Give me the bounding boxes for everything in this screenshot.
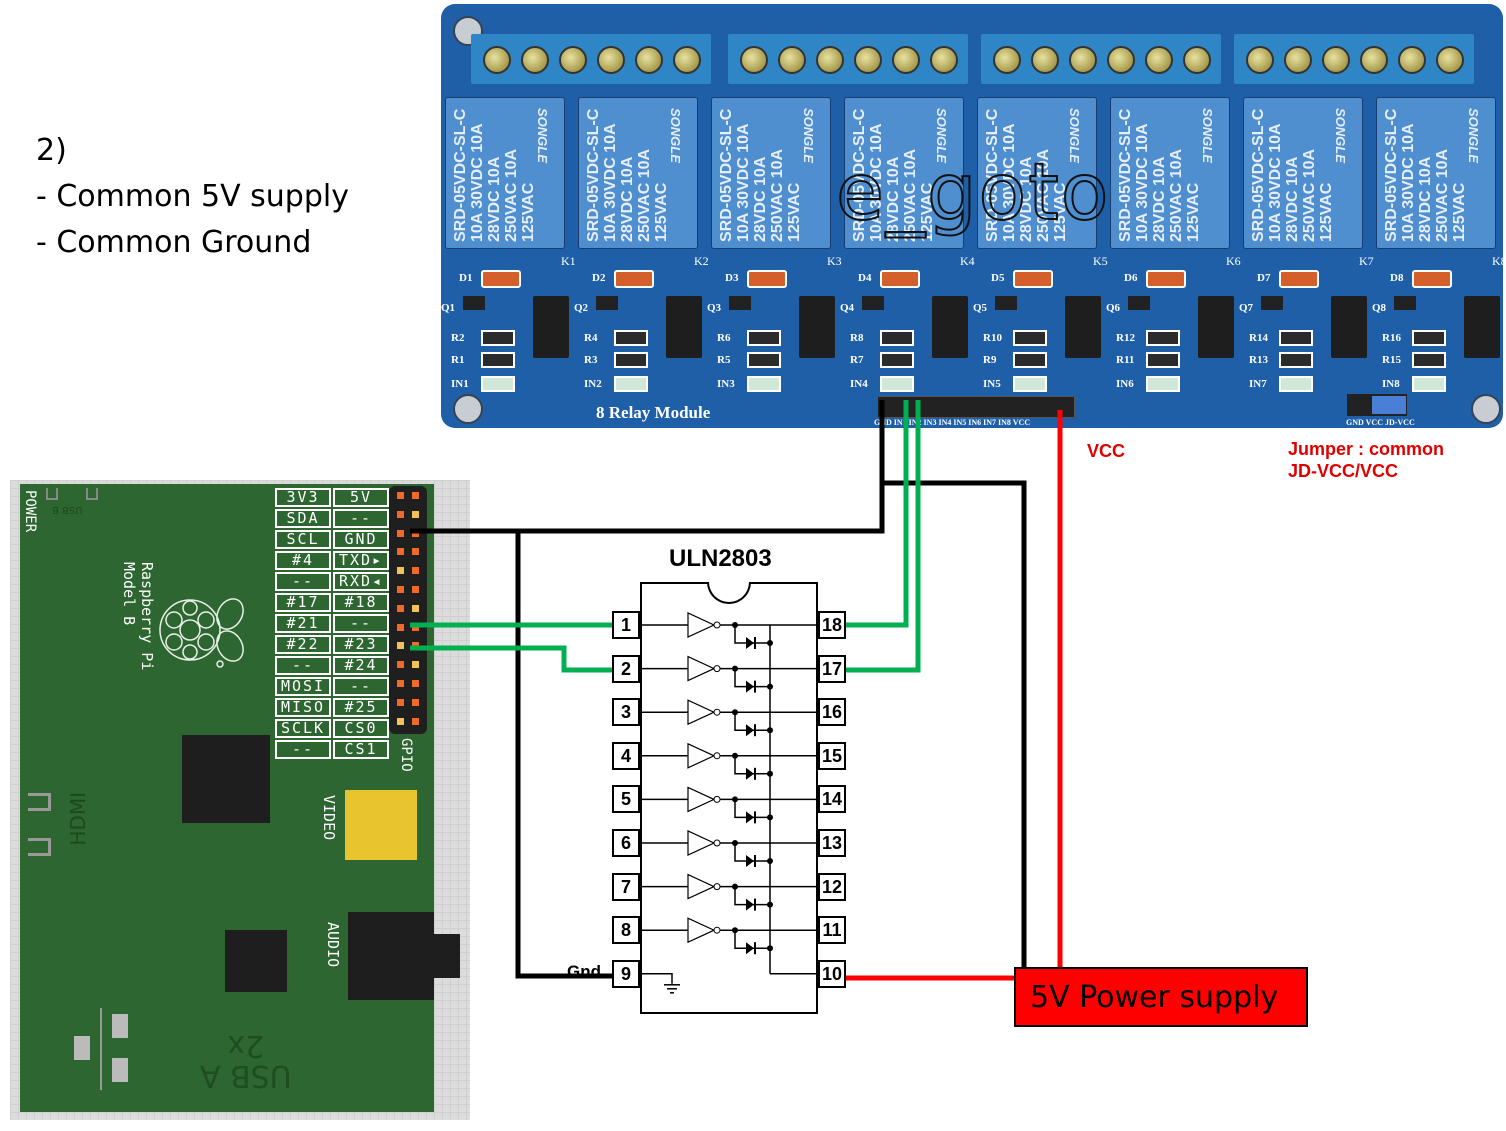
- inverter-icon: [687, 873, 716, 900]
- diode-trace: [734, 930, 770, 949]
- ground-wire-uln: [515, 531, 612, 979]
- diode-trace: [734, 712, 770, 731]
- diode-trace: [734, 755, 770, 775]
- inverter-icon: [687, 786, 716, 813]
- inverter-bubble: [713, 839, 721, 847]
- signal-wire-in1: [846, 400, 909, 628]
- inverter-icon: [687, 742, 716, 769]
- diode-icon: [746, 855, 754, 867]
- ground-trace: [640, 973, 673, 984]
- inverter-bubble: [713, 883, 721, 891]
- inverter-bubble: [713, 708, 721, 716]
- inverter-bubble: [713, 926, 721, 934]
- diode-icon: [746, 724, 754, 737]
- inverter-bubble: [713, 752, 721, 760]
- inverter-bubble: [713, 621, 721, 629]
- inverter-icon: [687, 699, 716, 726]
- ground-wire-psu: [882, 480, 1027, 967]
- inverter-bubble: [713, 795, 721, 803]
- inverter-icon: [687, 917, 716, 944]
- inverter-bubble: [713, 665, 721, 673]
- diode-icon: [746, 680, 754, 693]
- inverter-icon: [687, 655, 716, 682]
- inverter-icon: [687, 612, 716, 638]
- diode-trace: [734, 843, 770, 862]
- diode-icon: [746, 942, 754, 955]
- diode-trace: [734, 625, 770, 644]
- diode-icon: [746, 811, 754, 824]
- diode-icon: [746, 767, 754, 780]
- wiring-layer: [410, 400, 1063, 994]
- diode-icon: [746, 637, 754, 649]
- diode-trace: [734, 668, 770, 688]
- inverter-icon: [687, 830, 716, 856]
- diode-icon: [746, 898, 754, 911]
- signal-wire-gpio24: [410, 645, 612, 673]
- uln2803-internals: [640, 612, 818, 994]
- diode-trace: [734, 886, 770, 906]
- diode-trace: [734, 799, 770, 819]
- ground-wire-rpi-relay: [410, 400, 885, 534]
